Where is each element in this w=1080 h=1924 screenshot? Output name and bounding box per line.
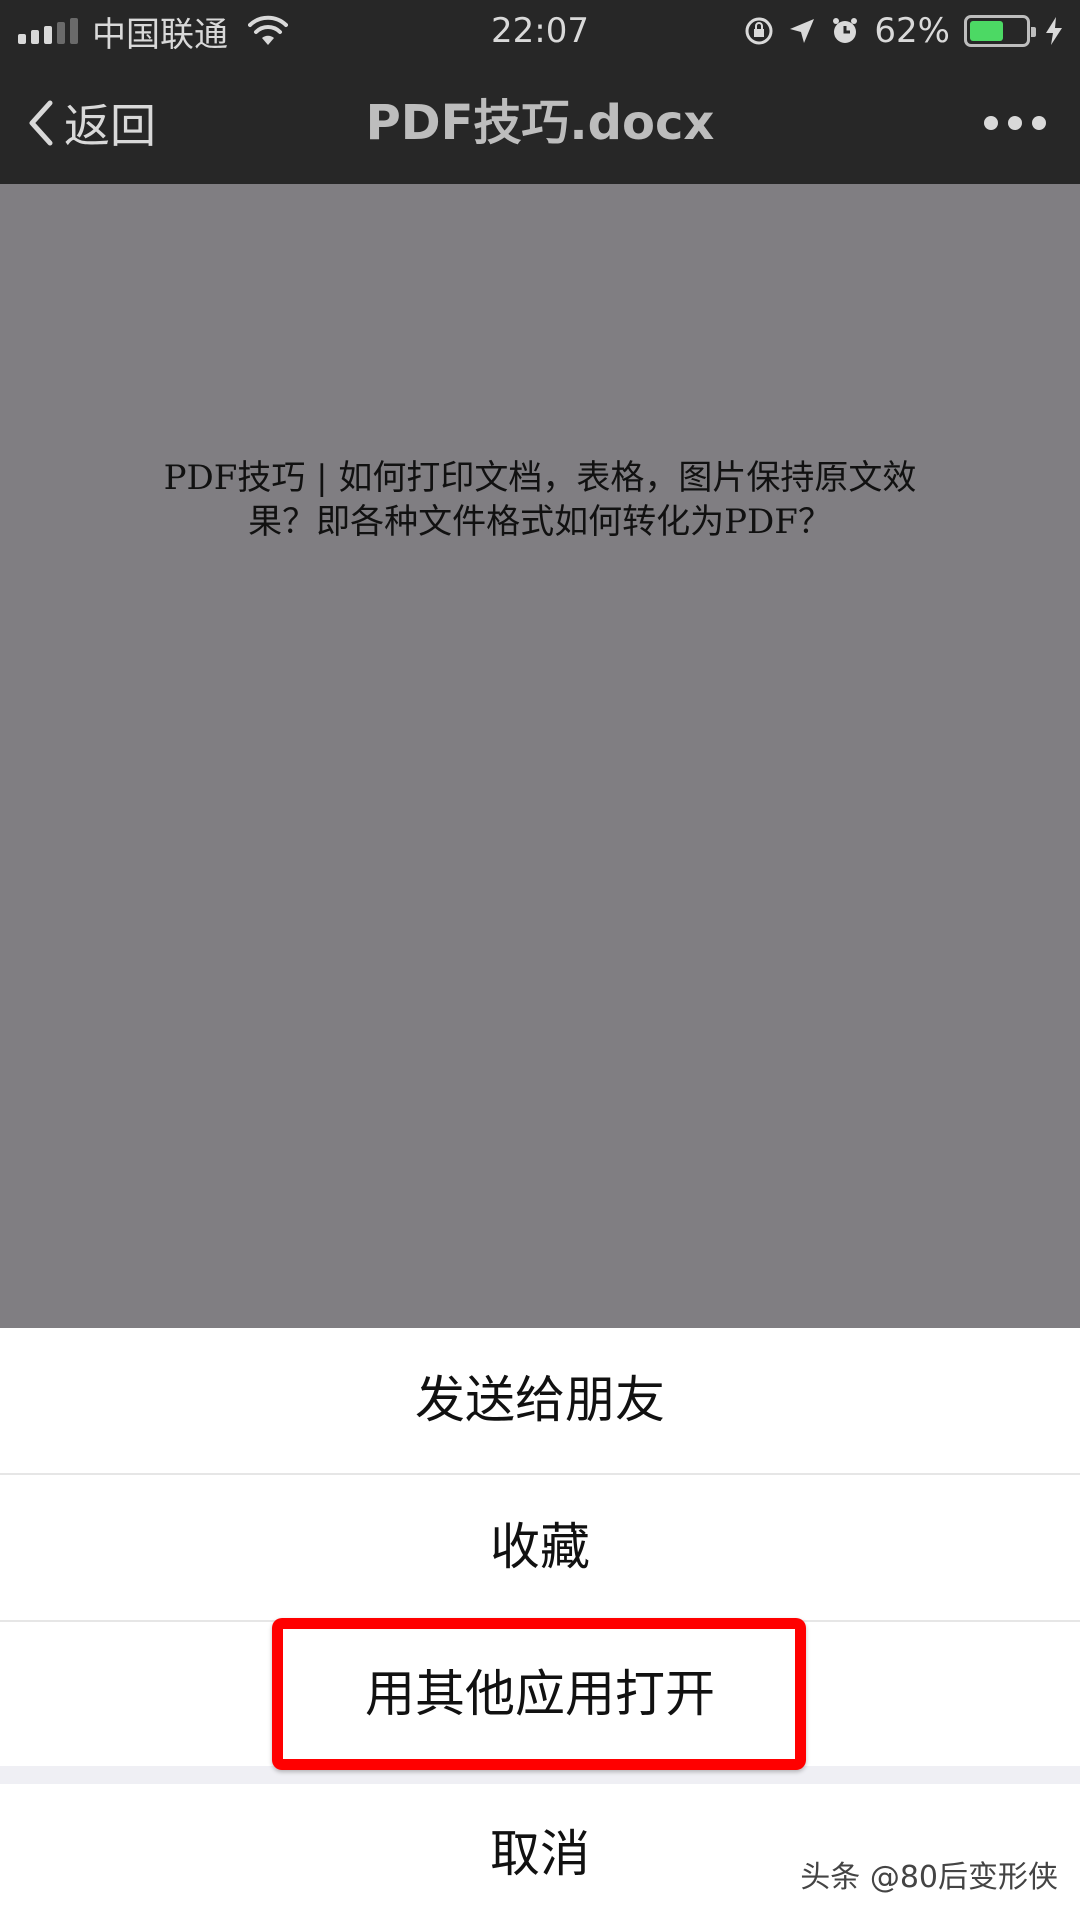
battery-level bbox=[970, 21, 1004, 41]
rotation-lock-icon bbox=[745, 17, 773, 45]
document-line-2: 果？即各种文件格式如何转化为PDF？ bbox=[248, 502, 832, 542]
open-with-other-app-button[interactable]: 用其他应用打开 bbox=[0, 1622, 1080, 1767]
location-icon bbox=[790, 19, 815, 43]
document-preview[interactable]: PDF技巧 | 如何打印文档，表格，图片保持原文效 果？即各种文件格式如何转化为… bbox=[0, 184, 1080, 1328]
back-button[interactable]: 返回 bbox=[28, 62, 156, 184]
document-line-1: PDF技巧 | 如何打印文档，表格，图片保持原文效 bbox=[163, 458, 917, 498]
sheet-gap bbox=[0, 1766, 1080, 1784]
status-right: 62% bbox=[744, 0, 1064, 62]
action-sheet: 发送给朋友 收藏 用其他应用打开 取消 头条 @80后变形侠 bbox=[0, 1328, 1080, 1924]
send-to-friend-button[interactable]: 发送给朋友 bbox=[0, 1328, 1080, 1473]
page-title: PDF技巧.docx bbox=[365, 95, 715, 151]
nav-bar: 返回 PDF技巧.docx bbox=[0, 62, 1080, 184]
status-bar: 中国联通 22:07 62% bbox=[0, 0, 1080, 62]
battery-percent: 62% bbox=[874, 11, 950, 51]
watermark: 头条 @80后变形侠 bbox=[800, 1860, 1058, 1895]
document-text: PDF技巧 | 如何打印文档，表格，图片保持原文效 果？即各种文件格式如何转化为… bbox=[140, 456, 940, 544]
back-label: 返回 bbox=[64, 99, 156, 153]
charging-icon bbox=[1046, 17, 1062, 45]
more-dots-icon[interactable] bbox=[984, 62, 1046, 184]
favorite-button[interactable]: 收藏 bbox=[0, 1475, 1080, 1620]
chevron-left-icon bbox=[29, 100, 53, 146]
battery-icon bbox=[964, 15, 1036, 47]
alarm-icon bbox=[833, 18, 858, 43]
